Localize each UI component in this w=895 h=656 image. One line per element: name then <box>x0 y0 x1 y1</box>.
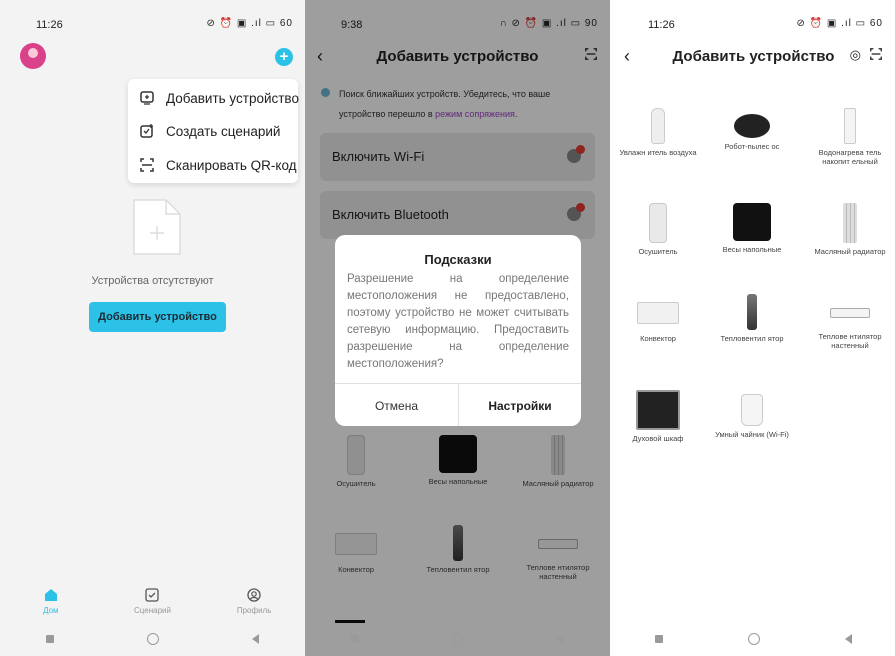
menu-item-label: Создать сценарий <box>166 123 281 139</box>
home-icon <box>16 588 86 604</box>
water-heater-icon <box>844 108 856 144</box>
add-device-screen: 11:26 ⊘ ⏰ ▣ .ıl ▭ 60 ‹ Добавить устройст… <box>612 0 895 656</box>
device-label: Водонагрева тель накопит ельный <box>818 148 882 166</box>
dialog-title: Подсказки <box>424 252 492 267</box>
recents-icon[interactable] <box>351 635 360 643</box>
tab-home[interactable]: Дом <box>16 588 86 622</box>
qr-scan-icon <box>138 157 156 173</box>
device-dehumidifier[interactable]: Осушитель <box>618 203 698 256</box>
kettle-icon <box>741 394 763 426</box>
scale-icon <box>733 203 771 241</box>
fan-heater-icon <box>747 294 757 330</box>
bottom-tab-bar: Дом Сценарий Профиль <box>0 588 305 622</box>
pairing-icon[interactable]: ◎ <box>850 47 861 63</box>
status-bar: 11:26 ⊘ ⏰ ▣ .ıl ▭ 60 <box>0 0 305 48</box>
menu-item-create-scenario[interactable]: Создать сценарий <box>138 121 280 141</box>
empty-state-text: Устройства отсутствуют <box>91 275 214 287</box>
add-device-screen-dialog: 9:38 ∩ ⊘ ⏰ ▣ .ıl ▭ 90 ‹ Добавить устройс… <box>305 0 610 656</box>
device-robot-vacuum[interactable]: Робот-пылес ос <box>712 108 792 151</box>
robot-vacuum-icon <box>734 114 770 138</box>
tab-profile[interactable]: Профиль <box>219 588 289 622</box>
device-humidifier[interactable]: Увлажн итель воздуха <box>618 108 698 157</box>
system-nav-bar <box>612 622 895 656</box>
settings-button[interactable]: Настройки <box>459 399 581 413</box>
system-nav-bar <box>0 622 305 656</box>
status-icons: ⊘ ⏰ ▣ .ıl ▭ 60 <box>206 18 293 29</box>
menu-item-scan-qr[interactable]: Сканировать QR-код <box>138 155 297 175</box>
checklist-icon <box>117 588 187 604</box>
device-label: Умный чайник (Wi-Fi) <box>715 430 789 439</box>
device-label: Конвектор <box>640 334 676 343</box>
dehumidifier-icon <box>649 203 667 243</box>
oil-radiator-icon <box>843 203 857 243</box>
tab-label: Профиль <box>236 606 272 615</box>
device-label: Масляный радиатор <box>814 247 886 256</box>
tab-label: Дом <box>43 606 59 615</box>
dialog-body: Разрешение на определение местоположения… <box>347 273 569 370</box>
humidifier-icon <box>651 108 665 144</box>
qr-scan-icon[interactable] <box>869 47 883 64</box>
device-fan-heater[interactable]: Тепловентил ятор <box>712 294 792 343</box>
tab-label: Сценарий <box>133 606 171 615</box>
device-label: Тепловентил ятор <box>720 334 784 343</box>
menu-item-label: Сканировать QR-код <box>166 157 297 173</box>
status-bar: 11:26 ⊘ ⏰ ▣ .ıl ▭ 60 <box>612 0 895 48</box>
add-dropdown-menu: Добавить устройство Создать сценарий Ска… <box>128 79 299 183</box>
oven-icon <box>636 390 680 430</box>
device-label: Робот-пылес ос <box>724 142 780 151</box>
header: ‹ Добавить устройство ◎ <box>612 42 895 72</box>
back-nav-icon[interactable] <box>251 634 259 644</box>
system-nav-bar <box>305 622 610 656</box>
status-time: 11:26 <box>36 19 63 31</box>
device-label: Осушитель <box>638 247 678 256</box>
status-icons: ⊘ ⏰ ▣ .ıl ▭ 60 <box>796 18 883 29</box>
back-nav-icon[interactable] <box>556 634 564 644</box>
recents-icon[interactable] <box>46 635 55 643</box>
avatar[interactable] <box>20 43 46 69</box>
home-nav-icon[interactable] <box>146 633 159 645</box>
scenario-add-icon <box>138 123 156 139</box>
device-oven[interactable]: Духовой шкаф <box>618 390 698 443</box>
device-wall-fan-heater[interactable]: Теплове нтилятор настенный <box>810 294 890 350</box>
convector-icon <box>637 302 679 324</box>
status-time: 11:26 <box>648 19 675 31</box>
add-menu-button[interactable]: + <box>275 48 293 66</box>
device-add-icon <box>138 90 156 106</box>
recents-icon[interactable] <box>654 635 663 643</box>
home-nav-icon[interactable] <box>451 633 464 645</box>
wall-fan-heater-icon <box>830 308 870 318</box>
device-kettle[interactable]: Умный чайник (Wi-Fi) <box>712 394 792 439</box>
permission-dialog: Подсказки Разрешение на определение мест… <box>335 235 581 426</box>
cancel-button[interactable]: Отмена <box>335 399 458 413</box>
device-label: Теплове нтилятор настенный <box>818 332 882 350</box>
add-device-button[interactable]: Добавить устройство <box>89 302 226 332</box>
menu-item-label: Добавить устройство <box>166 90 299 106</box>
home-screen: 11:26 ⊘ ⏰ ▣ .ıl ▭ 60 + Добавить устройст… <box>0 0 305 656</box>
device-water-heater[interactable]: Водонагрева тель накопит ельный <box>810 108 890 166</box>
device-convector[interactable]: Конвектор <box>618 294 698 343</box>
menu-item-add-device[interactable]: Добавить устройство <box>138 88 299 108</box>
device-label: Увлажн итель воздуха <box>619 148 697 157</box>
device-label: Весы напольные <box>722 245 782 254</box>
back-nav-icon[interactable] <box>845 634 853 644</box>
empty-document-icon <box>132 198 182 256</box>
home-nav-icon[interactable] <box>747 633 760 645</box>
device-oil-radiator[interactable]: Масляный радиатор <box>810 203 890 256</box>
device-label: Духовой шкаф <box>632 434 684 443</box>
profile-icon <box>219 588 289 604</box>
tab-scenario[interactable]: Сценарий <box>117 588 187 622</box>
device-scale[interactable]: Весы напольные <box>712 203 792 254</box>
